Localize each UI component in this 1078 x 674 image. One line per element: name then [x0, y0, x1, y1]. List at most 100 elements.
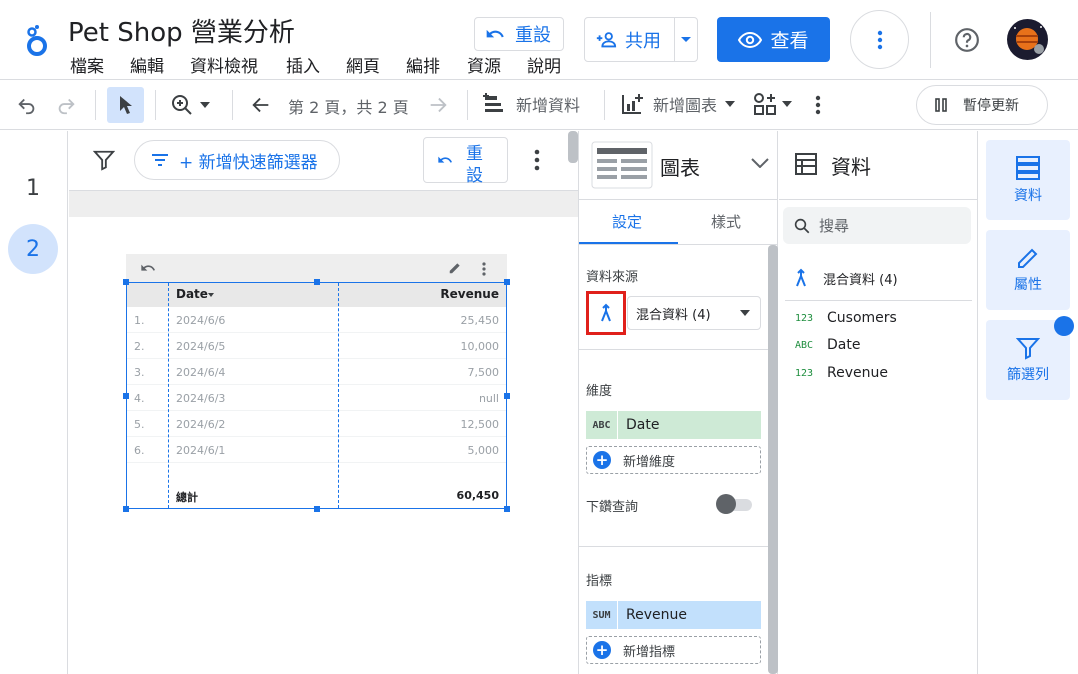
menu-resource[interactable]: 資源 [467, 52, 501, 77]
resize-handle[interactable] [314, 506, 320, 512]
dimension-chip-date[interactable]: ABC Date [586, 411, 761, 439]
zoom-button[interactable] [170, 93, 210, 117]
canvas-scrollbar[interactable] [568, 131, 578, 163]
undo-icon[interactable] [16, 94, 38, 116]
share-dropdown-icon[interactable] [675, 36, 697, 44]
add-data-button[interactable]: 新增資料 [482, 91, 580, 117]
drilldown-toggle[interactable] [716, 494, 752, 514]
help-icon[interactable] [954, 27, 980, 53]
merge-icon [793, 268, 809, 288]
header-divider [930, 12, 931, 68]
chevron-down-icon [200, 102, 210, 108]
edit-pencil-icon[interactable] [448, 261, 462, 275]
field-item[interactable]: ABC Date [795, 337, 860, 353]
row-divider [127, 410, 506, 411]
data-source-value: 混合資料 (4) [636, 307, 711, 323]
rail-properties-label: 屬性 [1014, 277, 1042, 293]
total-label: 總計 [176, 491, 198, 504]
metric-chip-revenue[interactable]: SUM Revenue [586, 601, 761, 629]
resize-handle[interactable] [314, 279, 320, 285]
cell-revenue: 25,450 [460, 314, 500, 327]
avatar[interactable] [1007, 19, 1048, 60]
chart-undo-icon[interactable] [140, 262, 156, 274]
page-2-item[interactable]: 2 [8, 224, 58, 274]
add-dimension-button[interactable]: + 新增維度 [586, 446, 761, 474]
add-chart-button[interactable]: 新增圖表 [619, 91, 736, 117]
redo-icon[interactable] [55, 94, 77, 116]
column-guide [168, 283, 169, 508]
add-metric-label: 新增指標 [623, 644, 676, 660]
reset-button[interactable]: 重設 [474, 17, 564, 51]
filter-icon[interactable] [93, 149, 115, 171]
chart-more-icon[interactable] [482, 262, 486, 276]
add-metric-button[interactable]: + 新增指標 [586, 636, 761, 664]
next-page-icon[interactable] [427, 94, 449, 116]
add-component-button[interactable] [752, 91, 792, 117]
pause-update-button[interactable]: 暫停更新 [916, 85, 1048, 125]
field-item[interactable]: 123 Revenue [795, 365, 888, 381]
data-source-label: 資料來源 [586, 270, 639, 285]
add-quick-filter-button[interactable]: + 新增快速篩選器 [134, 140, 340, 180]
divider [579, 244, 778, 245]
resize-handle[interactable] [123, 279, 129, 285]
blended-source-item[interactable]: 混合資料 (4) [793, 268, 898, 288]
data-source-select[interactable]: 混合資料 (4) [627, 296, 761, 330]
menu-page[interactable]: 網頁 [346, 52, 380, 77]
previous-page-icon[interactable] [250, 94, 272, 116]
menu-insert[interactable]: 插入 [286, 52, 320, 77]
chart-type-label[interactable]: 圖表 [660, 152, 700, 181]
menu-help[interactable]: 說明 [527, 52, 561, 77]
canvas-reset-button[interactable]: 重 設 [423, 137, 508, 186]
column-header-revenue[interactable]: Revenue [440, 287, 499, 301]
page-indicator: 第 2 頁，共 2 頁 [288, 98, 409, 117]
canvas-more-icon[interactable] [534, 149, 540, 171]
view-button[interactable]: 查看 [717, 17, 830, 62]
setup-panel-scrollbar[interactable] [768, 245, 778, 674]
add-chart-icon [619, 91, 645, 117]
more-options-button[interactable] [850, 10, 909, 69]
select-tool-button[interactable] [107, 87, 144, 123]
rail-properties-button[interactable]: 屬性 [986, 230, 1070, 310]
divider [785, 300, 972, 301]
menu-file[interactable]: 檔案 [70, 52, 104, 77]
tab-setup[interactable]: 設定 [612, 211, 642, 232]
resize-handle[interactable] [504, 393, 510, 399]
toolbar-divider [232, 90, 233, 120]
looker-studio-logo-icon[interactable] [24, 24, 52, 58]
row-divider [127, 358, 506, 359]
report-title[interactable]: Pet Shop 營業分析 [68, 12, 295, 49]
menu-edit[interactable]: 編輯 [130, 52, 164, 77]
data-table-icon [794, 152, 818, 176]
pencil-icon [1016, 246, 1040, 270]
rail-data-button[interactable]: 資料 [986, 140, 1070, 220]
cell-date: 2024/6/4 [176, 366, 226, 379]
share-button[interactable]: 共用 [584, 17, 698, 62]
resize-handle[interactable] [123, 506, 129, 512]
field-search-input[interactable]: 搜尋 [783, 207, 971, 244]
toolbar-more-icon[interactable] [815, 95, 821, 115]
add-person-icon [595, 29, 617, 51]
dimension-type-tag: ABC [586, 411, 618, 439]
metric-agg-tag: SUM [586, 601, 618, 629]
cell-revenue: 7,500 [467, 366, 500, 379]
add-data-icon [482, 91, 508, 117]
metric-name: Revenue [626, 607, 687, 623]
tab-style[interactable]: 樣式 [711, 211, 741, 232]
resize-handle[interactable] [123, 393, 129, 399]
row-number: 1. [134, 314, 145, 327]
menu-arrange[interactable]: 編排 [406, 52, 440, 77]
row-number: 3. [134, 366, 145, 379]
page-navigator [0, 131, 68, 674]
resize-handle[interactable] [504, 506, 510, 512]
toolbar-divider [604, 90, 605, 120]
undo-icon [485, 24, 505, 44]
column-header-date[interactable]: Date [176, 287, 208, 301]
blend-icon-highlight[interactable] [586, 291, 626, 335]
chevron-down-icon[interactable] [751, 158, 769, 168]
menu-data-view[interactable]: 資料檢視 [190, 52, 258, 77]
table-chart-type-icon[interactable] [591, 141, 653, 189]
data-panel-title: 資料 [831, 155, 871, 179]
page-1-item[interactable]: 1 [26, 176, 40, 201]
resize-handle[interactable] [504, 279, 510, 285]
field-item[interactable]: 123 Cusomers [795, 310, 897, 326]
